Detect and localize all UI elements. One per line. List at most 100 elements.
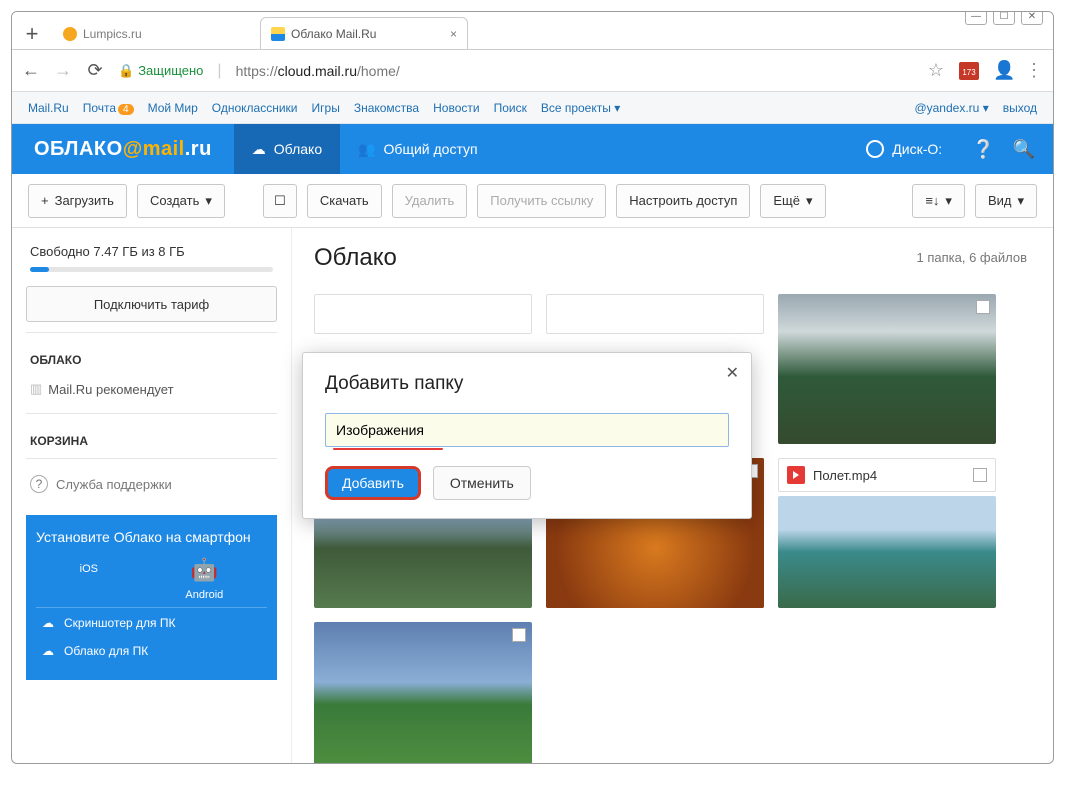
portal-link-mail[interactable]: Почта4	[83, 101, 134, 115]
portal-link[interactable]: Новости	[433, 101, 479, 115]
disk-o-button[interactable]: Диск-О:	[848, 124, 960, 174]
extension-badge[interactable]: 173	[959, 62, 979, 80]
mobile-promo-card: Установите Облако на смартфон iOS 🤖Andro…	[26, 515, 277, 680]
file-name: Полет.mp4	[813, 468, 877, 483]
more-button[interactable]: Ещё ▾	[760, 184, 825, 218]
window-minimize-button[interactable]: —	[965, 11, 987, 25]
add-folder-dialog: ✕ Добавить папку Добавить Отменить	[302, 352, 752, 519]
cloud-icon: ☁	[252, 141, 266, 158]
dialog-title: Добавить папку	[325, 373, 729, 395]
file-tile[interactable]	[778, 294, 996, 444]
logo[interactable]: ОБЛАКО@mail.ru	[12, 138, 234, 161]
help-icon[interactable]: ❔	[960, 139, 1006, 160]
disk-icon	[866, 140, 884, 158]
folder-name-input[interactable]	[325, 413, 729, 447]
logo-mail: mail	[143, 138, 185, 160]
tab-title: Облако Mail.Ru	[291, 27, 376, 41]
android-icon: 🤖	[185, 557, 223, 583]
portal-link[interactable]: Поиск	[494, 101, 527, 115]
promo-desktop[interactable]: ☁Облако для ПК	[36, 644, 267, 666]
tile-checkbox[interactable]	[976, 300, 990, 314]
logo-ru: .ru	[185, 138, 212, 160]
video-icon	[787, 466, 805, 484]
menu-icon[interactable]: ⋮	[1025, 60, 1043, 81]
portal-link-bar: Mail.Ru Почта4 Мой Мир Одноклассники Игр…	[12, 92, 1053, 124]
address-field[interactable]: https://cloud.mail.ru/home/	[236, 63, 400, 79]
user-menu[interactable]: @yandex.ru ▾	[914, 101, 988, 115]
app-header: ОБЛАКО@mail.ru ☁ Облако 👥 Общий доступ Д…	[12, 124, 1053, 174]
cloud-icon: ☁	[42, 644, 54, 658]
url-bar: ← → ⟳ 🔒 Защищено | https://cloud.mail.ru…	[12, 50, 1053, 92]
promo-ios[interactable]: iOS	[80, 557, 98, 601]
create-button[interactable]: Создать▾	[137, 184, 225, 218]
item-count: 1 папка, 6 файлов	[917, 250, 1027, 265]
view-button[interactable]: Вид ▾	[975, 184, 1037, 218]
cancel-button[interactable]: Отменить	[433, 466, 531, 500]
tab-lumpics[interactable]: Lumpics.ru	[52, 17, 260, 49]
question-icon: ?	[30, 475, 48, 493]
support-link[interactable]: ? Служба поддержки	[26, 469, 277, 499]
delete-button[interactable]: Удалить	[392, 184, 468, 218]
toolbar: +Загрузить Создать▾ ☐ Скачать Удалить По…	[12, 174, 1053, 228]
lock-icon: 🔒	[118, 63, 134, 79]
window-maximize-button[interactable]: ☐	[993, 11, 1015, 25]
support-label: Служба поддержки	[56, 477, 172, 492]
portal-link[interactable]: Игры	[312, 101, 340, 115]
download-button[interactable]: Скачать	[307, 184, 382, 218]
sort-button[interactable]: ≡↓ ▾	[912, 184, 965, 218]
input-highlight	[333, 448, 443, 450]
configure-access-button[interactable]: Настроить доступ	[616, 184, 750, 218]
secure-indicator: 🔒 Защищено	[118, 63, 203, 79]
folder-tile[interactable]	[546, 294, 764, 334]
search-icon[interactable]: 🔍	[1007, 139, 1053, 160]
file-tile[interactable]	[778, 496, 996, 608]
logout-link[interactable]: выход	[1003, 101, 1037, 115]
star-icon[interactable]: ☆	[927, 60, 945, 81]
tab-title: Lumpics.ru	[83, 27, 142, 41]
sidebar-item-recommends[interactable]: ▥ Mail.Ru рекомендует	[26, 375, 277, 403]
folder-icon: ▥	[30, 381, 42, 397]
section-trash-header: КОРЗИНА	[30, 434, 273, 448]
file-tile-video[interactable]: Полет.mp4	[778, 458, 996, 492]
tile-checkbox[interactable]	[512, 628, 526, 642]
forward-button[interactable]: →	[54, 60, 72, 81]
portal-link[interactable]: Mail.Ru	[28, 101, 69, 115]
file-tile[interactable]	[314, 622, 532, 764]
new-tab-button[interactable]: +	[18, 21, 46, 49]
nav-shared-access[interactable]: 👥 Общий доступ	[340, 124, 496, 174]
url-path: /home/	[357, 63, 400, 79]
promo-screenshoter[interactable]: ☁Скриншотер для ПК	[36, 607, 267, 638]
profile-icon[interactable]: 👤	[993, 60, 1011, 81]
portal-link[interactable]: Знакомства	[354, 101, 419, 115]
logo-text: ОБЛАКО	[34, 138, 123, 160]
select-all-checkbox[interactable]: ☐	[263, 184, 297, 218]
sidebar-item-label: Mail.Ru рекомендует	[48, 382, 173, 397]
reload-button[interactable]: ⟳	[86, 60, 104, 81]
promo-android[interactable]: 🤖Android	[185, 557, 223, 601]
at-icon: @	[123, 138, 143, 160]
favicon-icon	[63, 27, 77, 41]
url-scheme: https://	[236, 63, 278, 79]
upgrade-plan-button[interactable]: Подключить тариф	[26, 286, 277, 322]
tile-checkbox[interactable]	[973, 468, 987, 482]
portal-link[interactable]: Мой Мир	[148, 101, 198, 115]
portal-link[interactable]: Одноклассники	[212, 101, 298, 115]
disk-label: Диск-О:	[892, 141, 942, 157]
tab-cloud-mailru[interactable]: Облако Mail.Ru ×	[260, 17, 468, 49]
upload-button[interactable]: +Загрузить	[28, 184, 127, 218]
storage-quota-text: Свободно 7.47 ГБ из 8 ГБ	[30, 244, 273, 259]
url-host: cloud.mail.ru	[278, 63, 357, 79]
people-icon: 👥	[358, 141, 375, 158]
window-close-button[interactable]: ✕	[1021, 11, 1043, 25]
add-button[interactable]: Добавить	[325, 466, 421, 500]
dialog-close-button[interactable]: ✕	[726, 363, 739, 383]
get-link-button[interactable]: Получить ссылку	[477, 184, 606, 218]
mail-count-badge: 4	[118, 104, 134, 115]
back-button[interactable]: ←	[22, 60, 40, 81]
portal-link-all-projects[interactable]: Все проекты ▾	[541, 101, 620, 115]
folder-tile[interactable]	[314, 294, 532, 334]
nav-label: Облако	[274, 141, 322, 157]
nav-cloud[interactable]: ☁ Облако	[234, 124, 340, 174]
close-tab-icon[interactable]: ×	[450, 27, 457, 41]
storage-quota-bar	[30, 267, 273, 272]
